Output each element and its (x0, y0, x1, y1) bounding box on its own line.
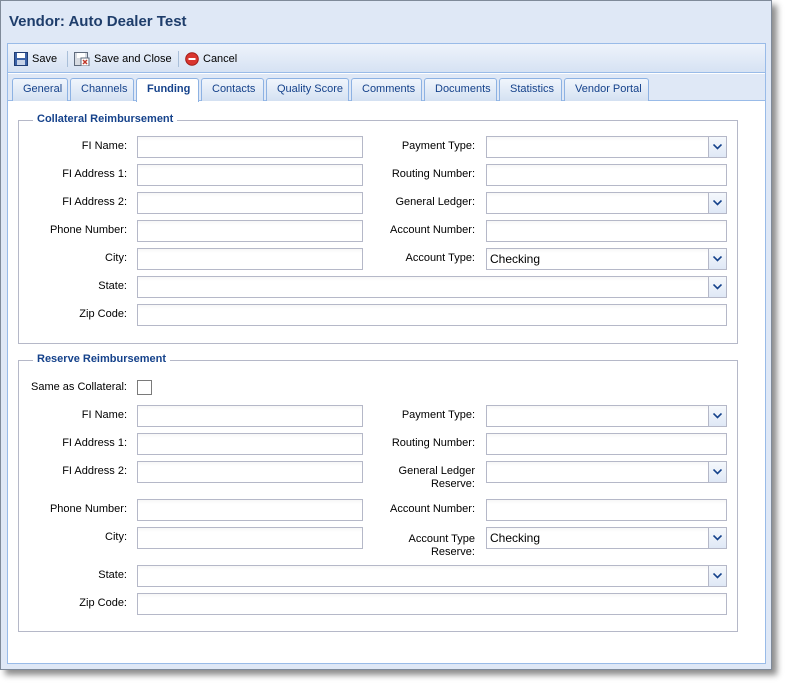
window-title: Vendor: Auto Dealer Test (9, 13, 187, 30)
reserve-phone-number-input[interactable] (137, 499, 363, 521)
zip-code-input[interactable] (137, 304, 727, 326)
reserve-account-number-input[interactable] (486, 499, 727, 521)
reserve-reimbursement-fieldset: Reserve Reimbursement Same as Collateral… (18, 353, 738, 632)
account-type-select[interactable]: Checking (486, 248, 727, 270)
reserve-fi-address2-label: FI Address 2: (62, 465, 127, 477)
chevron-down-icon[interactable] (708, 462, 726, 482)
toolbar-separator (178, 51, 179, 67)
zip-code-label: Zip Code: (79, 308, 127, 320)
state-select[interactable] (137, 276, 727, 298)
phone-number-input[interactable] (137, 220, 363, 242)
payment-type-select[interactable] (486, 136, 727, 158)
chevron-down-icon[interactable] (708, 406, 726, 426)
cancel-button[interactable]: Cancel (185, 50, 237, 68)
general-ledger-reserve-label-line2: Reserve: (430, 478, 475, 490)
same-as-collateral-checkbox[interactable] (137, 380, 152, 395)
toolbar-separator (67, 51, 68, 67)
reserve-zip-code-input[interactable] (137, 593, 727, 615)
floppy-close-icon (74, 52, 90, 67)
cancel-label: Cancel (203, 53, 238, 65)
vendor-panel: Save Save and Close Cancel General Chann… (7, 43, 766, 664)
general-ledger-reserve-select[interactable] (486, 461, 727, 483)
account-type-reserve-label-line2: Reserve: (430, 546, 475, 558)
reserve-routing-number-label: Routing Number: (391, 437, 475, 449)
save-button[interactable]: Save (14, 50, 57, 68)
routing-number-label: Routing Number: (391, 168, 475, 180)
chevron-down-icon[interactable] (708, 528, 726, 548)
tab-documents[interactable]: Documents (424, 78, 497, 101)
floppy-disk-icon (14, 52, 28, 66)
city-input[interactable] (137, 248, 363, 270)
same-as-collateral-label: Same as Collateral: (31, 381, 127, 393)
tab-contacts[interactable]: Contacts (201, 78, 264, 101)
account-number-input[interactable] (486, 220, 727, 242)
save-and-close-label: Save and Close (94, 53, 172, 65)
general-ledger-select[interactable] (486, 192, 727, 214)
reserve-payment-type-select[interactable] (486, 405, 727, 427)
general-ledger-label: General Ledger: (395, 196, 476, 208)
tab-general[interactable]: General (12, 78, 68, 101)
reserve-zip-code-label: Zip Code: (79, 597, 127, 609)
account-type-label: Account Type: (405, 252, 475, 264)
chevron-down-icon[interactable] (708, 277, 726, 297)
fi-name-label: FI Name: (81, 140, 127, 152)
tab-comments[interactable]: Comments (351, 78, 422, 101)
reserve-fi-address2-input[interactable] (137, 461, 363, 483)
cancel-circle-icon (185, 52, 199, 66)
fi-address2-label: FI Address 2: (62, 196, 127, 208)
reserve-account-number-label: Account Number: (390, 503, 475, 515)
reserve-city-label: City: (105, 531, 127, 543)
phone-number-label: Phone Number: (49, 224, 127, 236)
toolbar: Save Save and Close Cancel (8, 44, 765, 73)
reserve-fi-name-label: FI Name: (81, 409, 127, 421)
reserve-state-label: State: (98, 569, 127, 581)
fi-address2-input[interactable] (137, 192, 363, 214)
reserve-payment-type-label: Payment Type: (401, 409, 475, 421)
account-number-label: Account Number: (390, 224, 475, 236)
reserve-city-input[interactable] (137, 527, 363, 549)
routing-number-input[interactable] (486, 164, 727, 186)
fi-name-input[interactable] (137, 136, 363, 158)
reserve-fi-address1-label: FI Address 1: (62, 437, 127, 449)
reserve-phone-number-label: Phone Number: (49, 503, 127, 515)
save-and-close-button[interactable]: Save and Close (74, 50, 172, 68)
reserve-legend: Reserve Reimbursement (33, 353, 171, 365)
reserve-state-select[interactable] (137, 565, 727, 587)
chevron-down-icon[interactable] (708, 193, 726, 213)
account-type-reserve-select[interactable]: Checking (486, 527, 727, 549)
city-label: City: (105, 252, 127, 264)
save-label: Save (32, 53, 58, 65)
chevron-down-icon[interactable] (708, 249, 726, 269)
tab-vendor-portal[interactable]: Vendor Portal (564, 78, 649, 101)
reserve-fi-address1-input[interactable] (137, 433, 363, 455)
payment-type-label: Payment Type: (401, 140, 475, 152)
reserve-routing-number-input[interactable] (486, 433, 727, 455)
chevron-down-icon[interactable] (708, 137, 726, 157)
tab-quality-score[interactable]: Quality Score (266, 78, 349, 101)
fi-address1-label: FI Address 1: (62, 168, 127, 180)
account-type-reserve-value: Checking (490, 531, 541, 545)
tab-funding[interactable]: Funding (136, 78, 199, 102)
reserve-fi-name-input[interactable] (137, 405, 363, 427)
account-type-reserve-label: Account Type Reserve: (379, 533, 475, 559)
state-label: State: (98, 280, 127, 292)
collateral-reimbursement-fieldset: Collateral Reimbursement FI Name: FI Add… (18, 113, 738, 344)
tab-statistics[interactable]: Statistics (499, 78, 562, 101)
general-ledger-reserve-label-line1: General Ledger (398, 465, 475, 477)
fi-address1-input[interactable] (137, 164, 363, 186)
tab-channels[interactable]: Channels (70, 78, 134, 101)
general-ledger-reserve-label: General Ledger Reserve: (379, 465, 475, 491)
chevron-down-icon[interactable] (708, 566, 726, 586)
tab-bar: General Channels Funding Contacts Qualit… (8, 74, 765, 102)
collateral-legend: Collateral Reimbursement (33, 113, 178, 125)
account-type-reserve-label-line1: Account Type (408, 533, 475, 545)
vendor-window: Vendor: Auto Dealer Test Save Save and C… (0, 0, 772, 670)
account-type-value: Checking (490, 252, 541, 266)
